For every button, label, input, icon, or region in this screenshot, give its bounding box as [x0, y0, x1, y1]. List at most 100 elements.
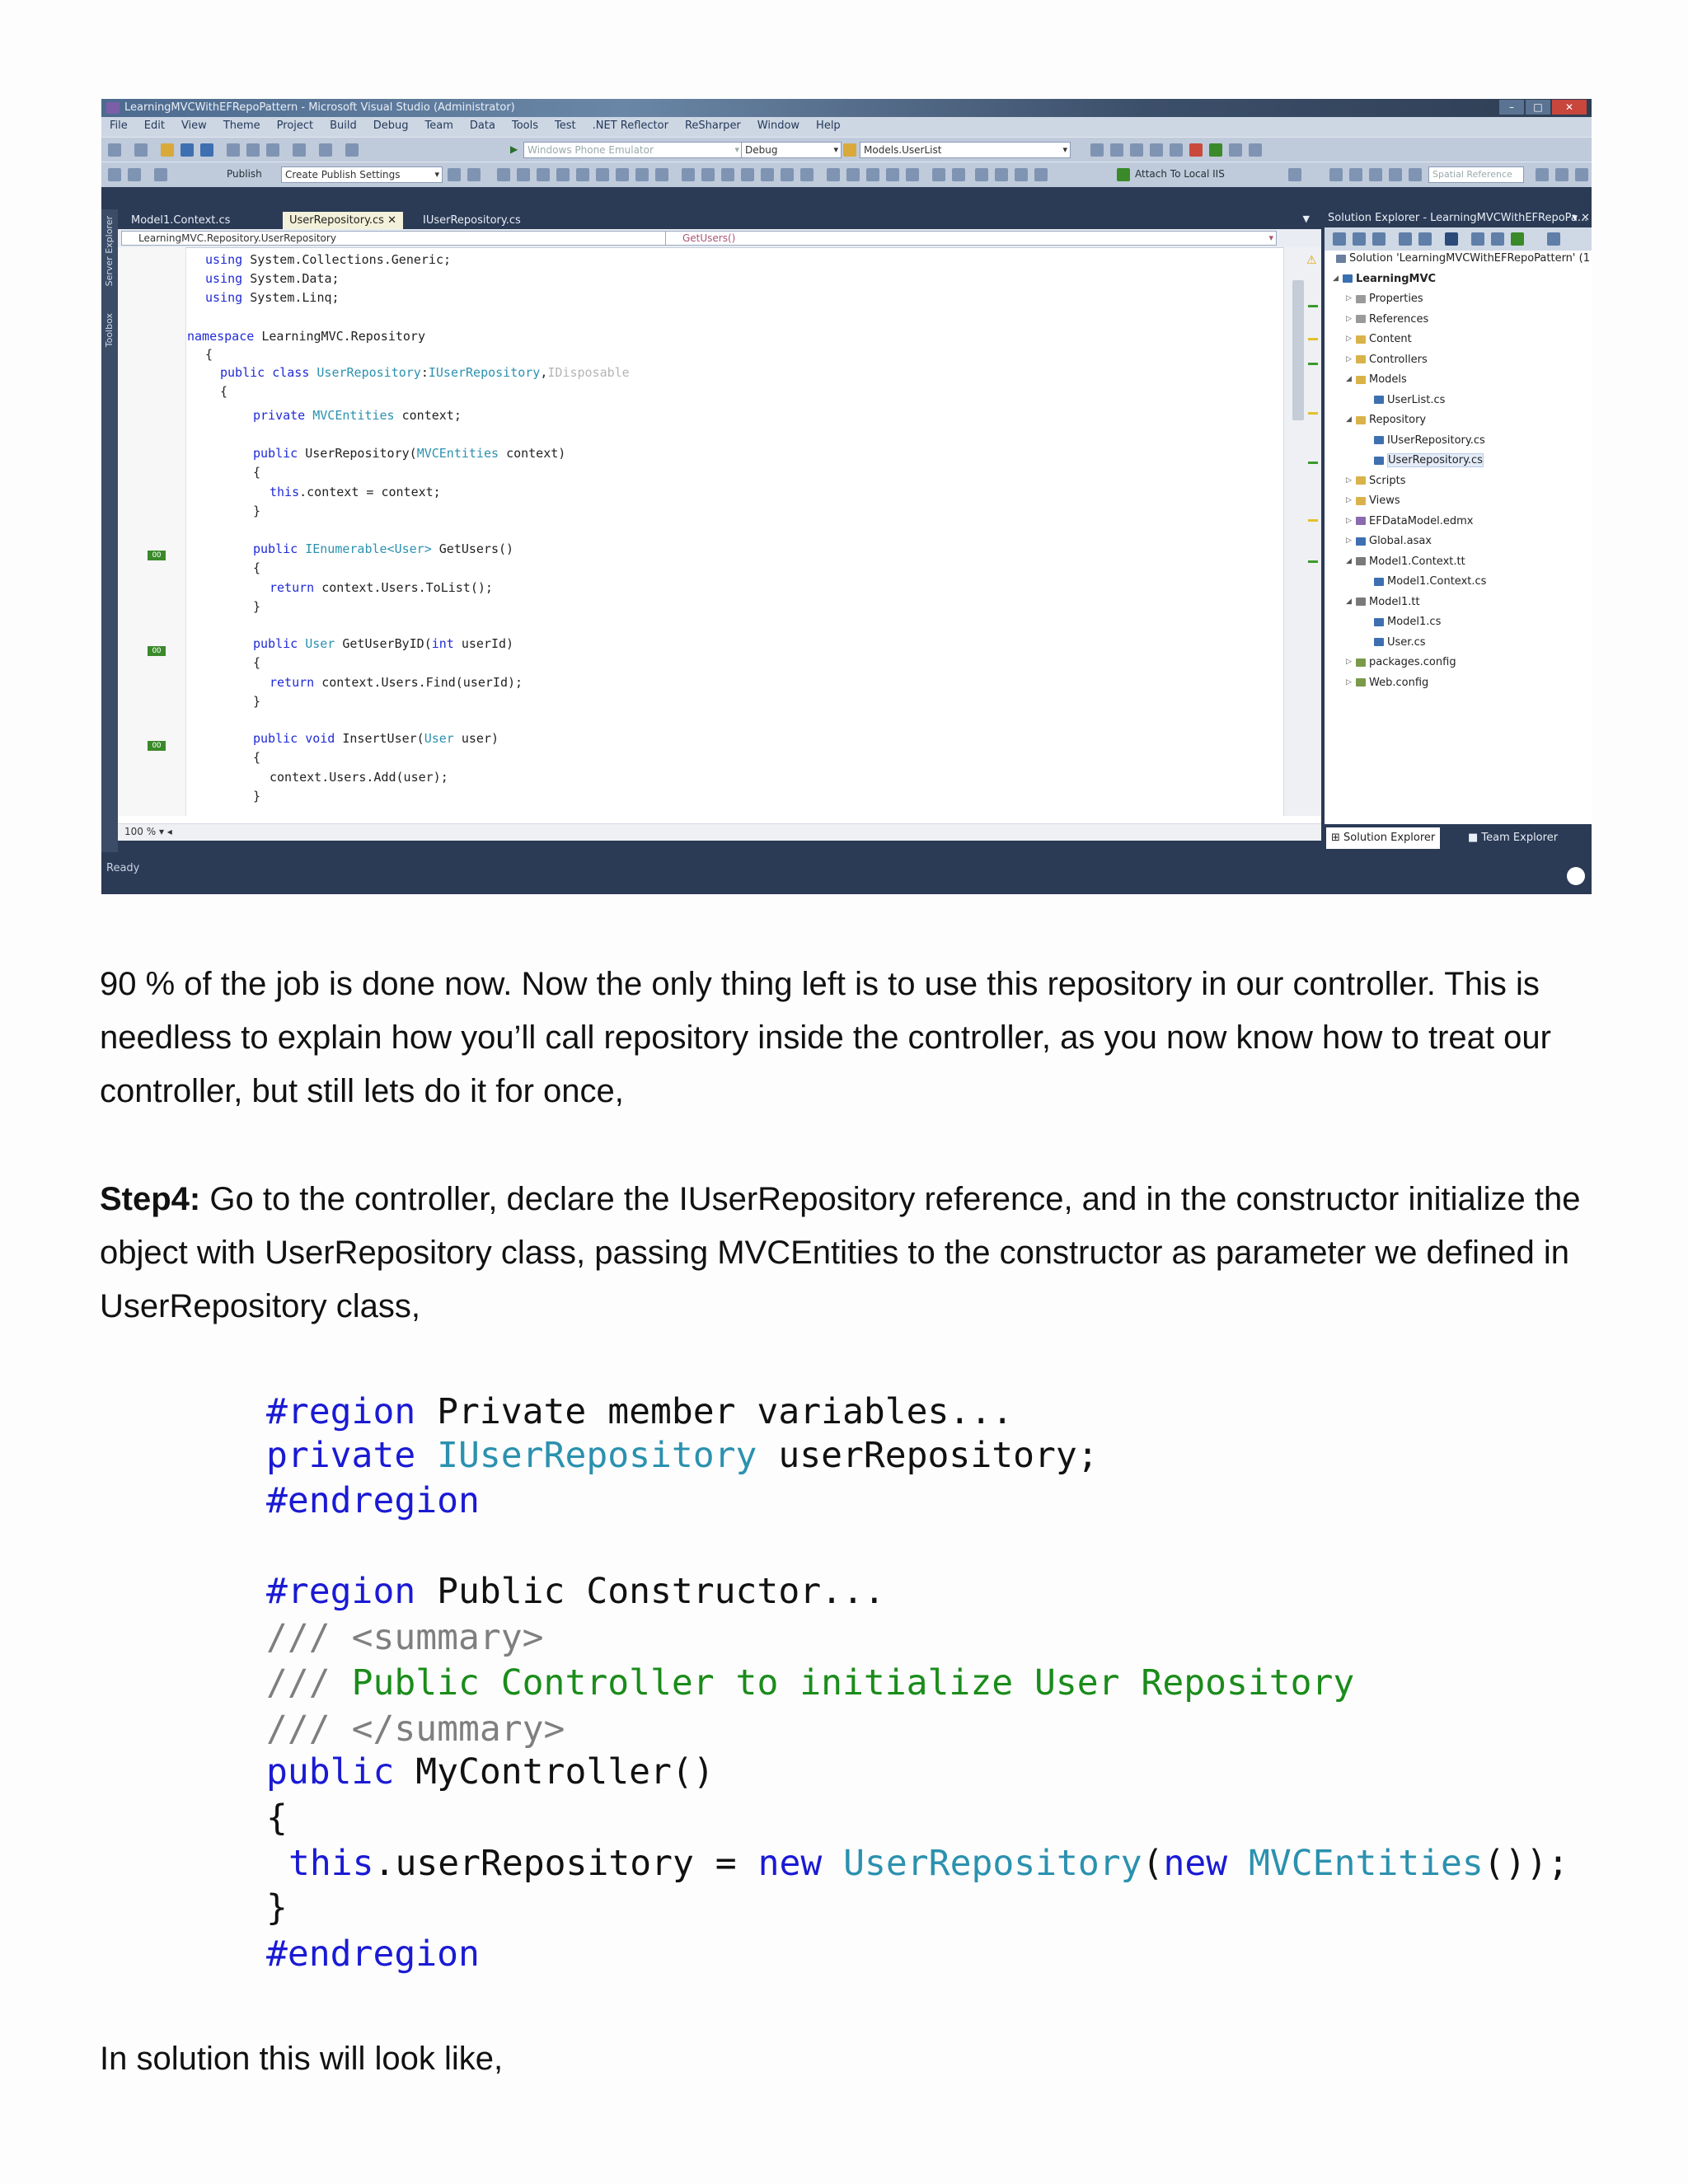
toolbar-icon-c[interactable] — [1130, 143, 1143, 157]
minimize-icon[interactable]: – — [1499, 100, 1524, 115]
toolbar-icon-b[interactable] — [1110, 143, 1123, 157]
sol-tb-icon-a[interactable] — [1333, 232, 1346, 246]
tree-item[interactable]: User.cs — [1374, 636, 1426, 649]
configuration-select[interactable]: Debug — [741, 142, 842, 158]
tree-item[interactable]: ▷ Properties — [1346, 293, 1423, 305]
find-box[interactable]: Models.UserList — [860, 142, 1071, 158]
publish-button[interactable]: Publish — [227, 168, 262, 180]
navigate-icon[interactable] — [345, 143, 359, 157]
zoom-level[interactable]: 100 % ▾ ◂ — [124, 826, 172, 837]
tab-list-chevron-icon[interactable]: ▼ — [1303, 213, 1310, 224]
tab-user-repository[interactable]: UserRepository.cs ✕ — [283, 212, 404, 229]
toolbox-tab[interactable]: Toolbox — [104, 313, 115, 347]
toolbar2-icon-h[interactable] — [537, 168, 550, 181]
expand-icon[interactable]: ▷ — [1346, 537, 1352, 545]
toolbar-icon-f[interactable] — [1189, 143, 1203, 157]
toolbar2-icon-an[interactable] — [1555, 168, 1568, 181]
toolbar2-icon-u[interactable] — [800, 168, 814, 181]
menu-item-view[interactable]: View — [173, 117, 215, 132]
open-icon[interactable] — [161, 143, 174, 157]
toolbar2-icon-c[interactable] — [154, 168, 167, 181]
toolbar2-icon-k[interactable] — [596, 168, 609, 181]
collapse-icon[interactable]: ◢ — [1333, 274, 1339, 283]
implements-marker-icon[interactable]: OO — [148, 741, 166, 751]
toolbar2-icon-s[interactable] — [761, 168, 774, 181]
collapse-icon[interactable]: ◢ — [1346, 598, 1352, 606]
type-dropdown[interactable]: LearningMVC.Repository.UserRepository — [121, 231, 680, 246]
menu-item-data[interactable]: Data — [462, 117, 504, 132]
expand-icon[interactable]: ▷ — [1346, 517, 1352, 525]
toolbar2-icon-g[interactable] — [517, 168, 530, 181]
toolbar-icon-d[interactable] — [1150, 143, 1163, 157]
toolbar2-icon-d[interactable] — [448, 168, 461, 181]
tab-team-explorer[interactable]: ■ Team Explorer — [1463, 827, 1563, 849]
menu-item-team[interactable]: Team — [417, 117, 462, 132]
expand-icon[interactable]: ▷ — [1346, 294, 1352, 302]
expand-icon[interactable]: ▷ — [1346, 476, 1352, 485]
pin-close-icon[interactable]: ▾ ✕ — [1572, 209, 1590, 227]
toolbar2-icon-am[interactable] — [1536, 168, 1549, 181]
toolbar2-icon-r[interactable] — [741, 168, 754, 181]
emulator-select[interactable]: Windows Phone Emulator — [523, 142, 743, 158]
tree-item[interactable]: ◢ LearningMVC — [1333, 273, 1436, 285]
vertical-scrollbar[interactable]: ⚠ — [1283, 247, 1321, 816]
sol-tb-icon-f[interactable] — [1445, 232, 1458, 246]
cut-icon[interactable] — [227, 143, 240, 157]
menu-item-net-reflector[interactable]: .NET Reflector — [584, 117, 677, 132]
toolbar2-icon-ae[interactable] — [1015, 168, 1028, 181]
sol-tb-icon-i[interactable] — [1511, 232, 1524, 246]
expand-icon[interactable]: ▷ — [1346, 315, 1352, 323]
server-explorer-tab[interactable]: Server Explorer — [104, 216, 115, 286]
redo-icon[interactable] — [319, 143, 332, 157]
sol-tb-icon-e[interactable] — [1418, 232, 1432, 246]
toolbar2-icon-j[interactable] — [576, 168, 589, 181]
toolbar2-icon-ag[interactable] — [1288, 168, 1301, 181]
toolbar2-icon-ao[interactable] — [1575, 168, 1588, 181]
toolbar-icon-i[interactable] — [1249, 143, 1262, 157]
toolbar2-icon-ai[interactable] — [1349, 168, 1362, 181]
toolbar-icon-h[interactable] — [1229, 143, 1242, 157]
collapse-icon[interactable]: ◢ — [1346, 557, 1352, 565]
tree-item[interactable]: ▷ Views — [1346, 494, 1400, 507]
menu-item-file[interactable]: File — [101, 117, 136, 132]
paste-icon[interactable] — [266, 143, 279, 157]
tree-item[interactable]: ▷ Content — [1346, 333, 1412, 345]
save-icon[interactable] — [181, 143, 194, 157]
implements-marker-icon[interactable]: OO — [148, 551, 166, 560]
new-project-icon[interactable] — [108, 143, 121, 157]
code-area[interactable]: using System.Collections.Generic; using S… — [118, 247, 1284, 816]
tree-item[interactable]: IUserRepository.cs — [1374, 434, 1485, 447]
code-editor[interactable]: LearningMVC.Repository.UserRepository Ge… — [118, 229, 1321, 841]
toolbar2-icon-ah[interactable] — [1329, 168, 1343, 181]
toolbar2-icon-p[interactable] — [701, 168, 715, 181]
tree-item[interactable]: ▷ References — [1346, 313, 1428, 326]
scrollbar-thumb[interactable] — [1292, 280, 1304, 420]
collapse-icon[interactable]: ◢ — [1346, 415, 1352, 424]
sol-tb-icon-c[interactable] — [1372, 232, 1386, 246]
expand-icon[interactable]: ▷ — [1346, 678, 1352, 687]
toolbar2-icon-ab[interactable] — [952, 168, 965, 181]
expand-icon[interactable]: ▷ — [1346, 496, 1352, 504]
tree-item[interactable]: ◢ Repository — [1346, 414, 1426, 426]
save-all-icon[interactable] — [200, 143, 213, 157]
toolbar2-icon-m[interactable] — [635, 168, 649, 181]
menu-item-theme[interactable]: Theme — [215, 117, 269, 132]
notification-icon[interactable] — [1567, 867, 1585, 885]
toolbar2-icon-aa[interactable] — [932, 168, 945, 181]
toolbar2-icon-v[interactable] — [827, 168, 840, 181]
sol-tb-icon-b[interactable] — [1353, 232, 1366, 246]
tree-item[interactable]: ◢ Model1.Context.tt — [1346, 555, 1465, 568]
copy-icon[interactable] — [246, 143, 260, 157]
attach-icon[interactable] — [1117, 168, 1130, 181]
implements-marker-icon[interactable]: OO — [148, 646, 166, 656]
toolbar-icon-e[interactable] — [1170, 143, 1183, 157]
tree-item[interactable]: ▷ packages.config — [1346, 656, 1456, 668]
tree-item[interactable]: ◢ Model1.tt — [1346, 596, 1420, 608]
spatial-reference-box[interactable]: Spatial Reference — [1428, 166, 1524, 183]
toolbar2-icon-q[interactable] — [721, 168, 734, 181]
toolbar2-icon-z[interactable] — [906, 168, 919, 181]
tree-item[interactable]: ▷ Global.asax — [1346, 535, 1432, 547]
toolbar2-icon-af[interactable] — [1034, 168, 1048, 181]
toolbar2-icon-b[interactable] — [128, 168, 141, 181]
horizontal-scrollbar[interactable]: 100 % ▾ ◂ — [118, 823, 1321, 841]
